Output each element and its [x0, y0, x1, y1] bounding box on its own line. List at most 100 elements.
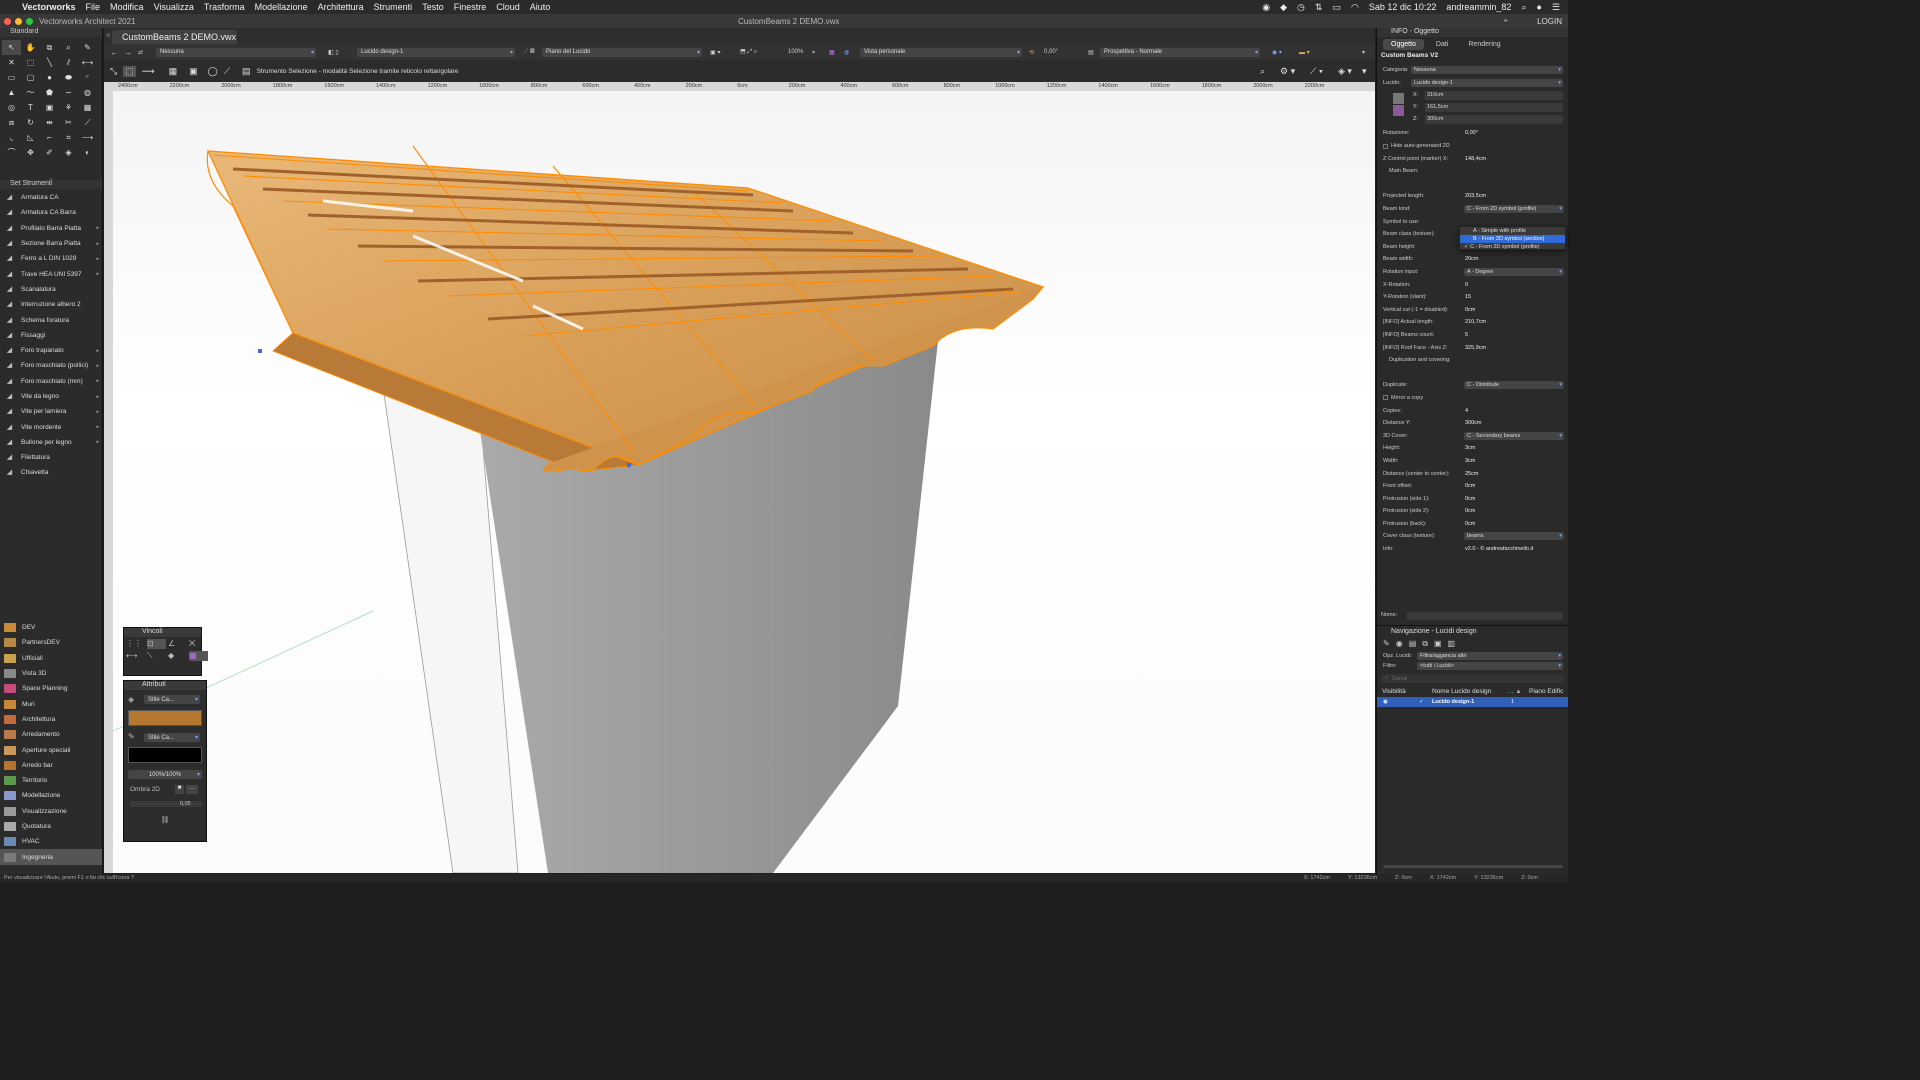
zoom-fit-icon[interactable]: ⬒ ⤢ ⌕	[740, 48, 757, 56]
fill-style-dropdown[interactable]: Stile Ca...	[144, 695, 200, 704]
submenu-arrow-icon[interactable]: ▸	[96, 225, 99, 231]
attributes-title[interactable]: Attributi	[124, 681, 206, 690]
render-mode-icon[interactable]: ▣ ▾	[710, 49, 720, 56]
tool-set-item[interactable]: ◢ Vite mordente ▸	[0, 419, 102, 434]
nav-options-dropdown[interactable]: Filtra/aggancia altri	[1417, 652, 1563, 660]
view-dropdown[interactable]: Vista personale	[860, 47, 1022, 57]
view-cube-icon[interactable]: ▦	[829, 49, 835, 56]
parameter-value[interactable]: 210,7cm	[1465, 319, 1486, 325]
parameter-value[interactable]: 3cm	[1465, 445, 1475, 451]
layer-row-selected[interactable]: ◉ ✓ Lucido design-1 1	[1377, 697, 1568, 707]
app-menu[interactable]: Vectorworks	[22, 2, 76, 12]
polyline-tool-icon[interactable]: 〜	[21, 85, 40, 100]
eyedropper-tool-icon[interactable]: ✎	[78, 40, 97, 55]
double-line-tool-icon[interactable]: ⫽	[59, 55, 78, 70]
parameter-checkbox[interactable]	[1383, 143, 1388, 149]
parameter-dropdown[interactable]: C - Distribute	[1464, 381, 1564, 390]
snap-display-icon[interactable]: ⟋ ▾	[1310, 66, 1323, 77]
parameter-value[interactable]: 25cm	[1465, 471, 1478, 477]
tool-set-item[interactable]: ◢ Trave HEA UNI 5397 ▸	[0, 266, 102, 281]
insertion-point-icon[interactable]	[1393, 93, 1404, 105]
parameter-value[interactable]: 0cm	[1465, 521, 1475, 527]
parameter-checkbox[interactable]	[1383, 395, 1388, 401]
constraints-title[interactable]: Vincoli	[124, 628, 201, 637]
tool-set-item[interactable]: ◢ Scanalatura	[0, 282, 102, 297]
selection-mode-icon[interactable]: ⤡	[110, 66, 117, 77]
workspace-category-item[interactable]: Territorio	[0, 773, 102, 788]
parameter-value[interactable]: v2.0 - © andreafacchinello.it	[1465, 546, 1533, 552]
parameter-value[interactable]: 148,4cm	[1465, 156, 1486, 162]
submenu-arrow-icon[interactable]: ▸	[96, 271, 99, 277]
marquee-mode-icon[interactable]: ⬚	[123, 65, 136, 77]
cross-tool-icon[interactable]: ✕	[2, 55, 21, 70]
col-name[interactable]: Nome Lucido design	[1432, 688, 1491, 695]
menu-aiuto[interactable]: Aiuto	[530, 2, 551, 12]
snap-plane-icon[interactable]: ▦	[189, 651, 208, 661]
popup-option[interactable]: B - From 2D symbol (section)	[1460, 235, 1565, 243]
offset-tool-icon[interactable]: ⧈	[2, 115, 21, 130]
tab-document[interactable]: CustomBeams 2 DEMO.vwx	[112, 30, 237, 44]
parameter-dropdown[interactable]: C - From 2D symbol (profile)	[1464, 205, 1564, 214]
clip-tool-icon[interactable]: ⌗	[59, 130, 78, 145]
search-icon[interactable]: ⌕	[1521, 2, 1526, 13]
connect-tool-icon[interactable]: ⌐	[40, 130, 59, 145]
x-field[interactable]: 310cm	[1425, 91, 1563, 101]
snap-intersection-icon[interactable]: ⨉	[189, 639, 208, 649]
paint-tool-icon[interactable]: ✐	[40, 145, 59, 160]
submenu-arrow-icon[interactable]: ▸	[96, 424, 99, 430]
workspace-category-item[interactable]: Arredo bar	[0, 758, 102, 773]
chain-icon[interactable]: ⛓	[128, 816, 202, 826]
symbol-tool-icon[interactable]: ⚘	[59, 100, 78, 115]
submenu-arrow-icon[interactable]: ▸	[96, 394, 99, 400]
workspace-category-item[interactable]: Muri	[0, 696, 102, 711]
snap-object-icon[interactable]: ⊡	[147, 639, 166, 649]
tool-set-item[interactable]: ◢ Ferro a L DIN 1029 ▸	[0, 251, 102, 266]
lighting-icon[interactable]: ◉ ▾	[1272, 49, 1282, 56]
workspace-category-item[interactable]: Modellazione	[0, 788, 102, 803]
workspace-category-item[interactable]: Ufficiali	[0, 651, 102, 666]
datetime[interactable]: Sab 12 dic 10:22	[1369, 2, 1437, 12]
parameter-value[interactable]: 0cm	[1465, 483, 1475, 489]
tool-set-item[interactable]: ◢ Foro trapanato ▸	[0, 343, 102, 358]
forward-icon[interactable]: →	[124, 48, 132, 57]
snap-grid-icon[interactable]: ▦	[169, 66, 178, 77]
visible-eye-icon[interactable]: ◉	[1383, 699, 1388, 705]
nav-visibility-icon[interactable]: ◉	[1396, 639, 1403, 649]
tool-set-item[interactable]: ◢ Sezione Barra Piatta ▸	[0, 236, 102, 251]
parameter-dropdown[interactable]: C - Secondary beams	[1464, 431, 1564, 440]
menu-trasforma[interactable]: Trasforma	[204, 2, 245, 12]
parameter-value[interactable]: 325,9cm	[1465, 345, 1486, 351]
tool-set-item[interactable]: ◢ Vite per lamiera ▸	[0, 404, 102, 419]
drawing-area[interactable]	[113, 91, 1375, 873]
col-sort-icon[interactable]: … ▲	[1507, 688, 1522, 695]
model-3d-view[interactable]	[113, 91, 1375, 873]
shadow-options[interactable]: …	[186, 785, 198, 794]
anchor-icon[interactable]	[1393, 105, 1404, 117]
shadow-slider[interactable]	[130, 801, 202, 807]
submenu-arrow-icon[interactable]: ▸	[96, 363, 99, 369]
projection-dropdown[interactable]: Prospettiva - Normale	[1100, 47, 1260, 57]
render-icon[interactable]: ◍	[844, 49, 849, 56]
help-tool-icon[interactable]: ⌕	[1260, 66, 1265, 77]
menu-testo[interactable]: Testo	[422, 2, 444, 12]
tool-set-item[interactable]: ◢ Bullone per legno ▸	[0, 435, 102, 450]
tab-oggetto[interactable]: Oggetto	[1383, 39, 1424, 50]
parameter-value[interactable]: 300cm	[1465, 420, 1482, 426]
rotation-value[interactable]: 0,00°	[1044, 49, 1058, 55]
active-check-icon[interactable]: ✓	[1419, 699, 1424, 705]
col-visibility[interactable]: Visibilità	[1382, 688, 1406, 695]
reshape-tool-icon[interactable]: ⬚	[21, 55, 40, 70]
z-control-point-handle[interactable]	[627, 463, 631, 467]
menu-visualizza[interactable]: Visualizza	[154, 2, 194, 12]
parameter-dropdown[interactable]: beams	[1464, 532, 1564, 541]
menu-strumenti[interactable]: Strumenti	[374, 2, 413, 12]
dimension-tool-icon[interactable]: ⟷	[78, 55, 97, 70]
extend-tool-icon[interactable]: ⟶	[78, 130, 97, 145]
nav-filter-dropdown[interactable]: <tutti i Lucidi>	[1417, 662, 1563, 670]
parameter-value[interactable]: 0cm	[1465, 508, 1475, 514]
rectangle-tool-icon[interactable]: ▭	[2, 70, 21, 85]
workspace-category-item[interactable]: Arredamento	[0, 727, 102, 742]
parameter-value[interactable]: 4	[1465, 408, 1468, 414]
minimize-window-button[interactable]	[15, 17, 22, 25]
record-icon[interactable]: ◉	[1262, 2, 1270, 13]
